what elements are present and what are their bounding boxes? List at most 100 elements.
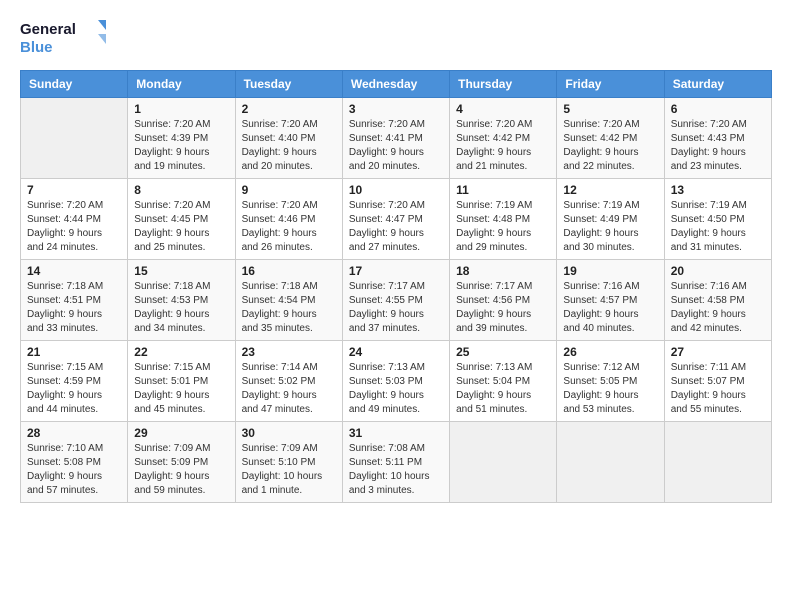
calendar-cell: 10 Sunrise: 7:20 AM Sunset: 4:47 PM Dayli…	[342, 179, 449, 260]
calendar-cell: 22Sunrise: 7:15 AM Sunset: 5:01 PM Dayli…	[128, 341, 235, 422]
day-number: 8	[134, 183, 228, 197]
day-number: 16	[242, 264, 336, 278]
calendar-cell	[664, 422, 771, 503]
day-info: Sunrise: 7:17 AM Sunset: 4:55 PM Dayligh…	[349, 280, 443, 336]
calendar-cell: 31 Sunrise: 7:08 AM Sunset: 5:11 PM Dayli…	[342, 422, 449, 503]
calendar-cell: 6 Sunrise: 7:20 AM Sunset: 4:43 PM Daylig…	[664, 98, 771, 179]
day-number: 14	[27, 264, 121, 278]
calendar-cell: 15Sunrise: 7:18 AM Sunset: 4:53 PM Dayli…	[128, 260, 235, 341]
calendar-cell: 2 Sunrise: 7:20 AM Sunset: 4:40 PM Daylig…	[235, 98, 342, 179]
logo: General Blue	[20, 16, 110, 60]
calendar-cell: 30 Sunrise: 7:09 AM Sunset: 5:10 PM Dayli…	[235, 422, 342, 503]
day-number: 21	[27, 345, 121, 359]
calendar-cell: 18Sunrise: 7:17 AM Sunset: 4:56 PM Dayli…	[450, 260, 557, 341]
calendar-week-row: 21 Sunrise: 7:15 AM Sunset: 4:59 PM Dayli…	[21, 341, 772, 422]
day-info: Sunrise: 7:16 AM Sunset: 4:57 PM Dayligh…	[563, 280, 657, 336]
calendar-cell: 8 Sunrise: 7:20 AM Sunset: 4:45 PM Daylig…	[128, 179, 235, 260]
day-info: Sunrise: 7:08 AM Sunset: 5:11 PM Dayligh…	[349, 442, 443, 498]
day-info: Sunrise: 7:09 AM Sunset: 5:10 PM Dayligh…	[242, 442, 336, 498]
day-info: Sunrise: 7:14 AM Sunset: 5:02 PM Dayligh…	[242, 361, 336, 417]
day-info: Sunrise: 7:19 AM Sunset: 4:48 PM Dayligh…	[456, 199, 550, 255]
calendar-cell: 19 Sunrise: 7:16 AM Sunset: 4:57 PM Dayli…	[557, 260, 664, 341]
weekday-header: Friday	[557, 71, 664, 98]
day-info: Sunrise: 7:18 AM Sunset: 4:54 PM Dayligh…	[242, 280, 336, 336]
calendar-cell: 9Sunrise: 7:20 AM Sunset: 4:46 PM Daylig…	[235, 179, 342, 260]
day-info: Sunrise: 7:13 AM Sunset: 5:04 PM Dayligh…	[456, 361, 550, 417]
day-info: Sunrise: 7:20 AM Sunset: 4:39 PM Dayligh…	[134, 118, 228, 174]
calendar-cell: 7 Sunrise: 7:20 AM Sunset: 4:44 PM Daylig…	[21, 179, 128, 260]
day-info: Sunrise: 7:20 AM Sunset: 4:47 PM Dayligh…	[349, 199, 443, 255]
day-number: 13	[671, 183, 765, 197]
day-info: Sunrise: 7:20 AM Sunset: 4:41 PM Dayligh…	[349, 118, 443, 174]
day-number: 6	[671, 102, 765, 116]
calendar-cell: 28Sunrise: 7:10 AM Sunset: 5:08 PM Dayli…	[21, 422, 128, 503]
day-info: Sunrise: 7:20 AM Sunset: 4:43 PM Dayligh…	[671, 118, 765, 174]
calendar-cell: 29 Sunrise: 7:09 AM Sunset: 5:09 PM Dayli…	[128, 422, 235, 503]
calendar-week-row: 7 Sunrise: 7:20 AM Sunset: 4:44 PM Daylig…	[21, 179, 772, 260]
weekday-header: Saturday	[664, 71, 771, 98]
calendar-table: SundayMondayTuesdayWednesdayThursdayFrid…	[20, 70, 772, 503]
day-number: 31	[349, 426, 443, 440]
day-number: 1	[134, 102, 228, 116]
day-info: Sunrise: 7:20 AM Sunset: 4:40 PM Dayligh…	[242, 118, 336, 174]
day-number: 22	[134, 345, 228, 359]
weekday-header: Monday	[128, 71, 235, 98]
day-number: 9	[242, 183, 336, 197]
calendar-week-row: 28Sunrise: 7:10 AM Sunset: 5:08 PM Dayli…	[21, 422, 772, 503]
day-info: Sunrise: 7:19 AM Sunset: 4:50 PM Dayligh…	[671, 199, 765, 255]
day-number: 23	[242, 345, 336, 359]
day-info: Sunrise: 7:19 AM Sunset: 4:49 PM Dayligh…	[563, 199, 657, 255]
weekday-header: Wednesday	[342, 71, 449, 98]
day-number: 19	[563, 264, 657, 278]
day-info: Sunrise: 7:11 AM Sunset: 5:07 PM Dayligh…	[671, 361, 765, 417]
day-number: 29	[134, 426, 228, 440]
calendar-cell: 11 Sunrise: 7:19 AM Sunset: 4:48 PM Dayli…	[450, 179, 557, 260]
day-info: Sunrise: 7:09 AM Sunset: 5:09 PM Dayligh…	[134, 442, 228, 498]
calendar-cell: 23 Sunrise: 7:14 AM Sunset: 5:02 PM Dayli…	[235, 341, 342, 422]
day-number: 3	[349, 102, 443, 116]
day-number: 20	[671, 264, 765, 278]
day-number: 30	[242, 426, 336, 440]
day-number: 10	[349, 183, 443, 197]
day-number: 4	[456, 102, 550, 116]
day-info: Sunrise: 7:20 AM Sunset: 4:42 PM Dayligh…	[456, 118, 550, 174]
calendar-cell: 1 Sunrise: 7:20 AM Sunset: 4:39 PM Daylig…	[128, 98, 235, 179]
day-number: 18	[456, 264, 550, 278]
day-number: 12	[563, 183, 657, 197]
day-number: 11	[456, 183, 550, 197]
calendar-cell: 4 Sunrise: 7:20 AM Sunset: 4:42 PM Daylig…	[450, 98, 557, 179]
day-number: 7	[27, 183, 121, 197]
day-info: Sunrise: 7:10 AM Sunset: 5:08 PM Dayligh…	[27, 442, 121, 498]
header: General Blue	[20, 16, 772, 60]
calendar-cell: 21 Sunrise: 7:15 AM Sunset: 4:59 PM Dayli…	[21, 341, 128, 422]
day-info: Sunrise: 7:20 AM Sunset: 4:45 PM Dayligh…	[134, 199, 228, 255]
day-number: 25	[456, 345, 550, 359]
calendar-cell: 20 Sunrise: 7:16 AM Sunset: 4:58 PM Dayli…	[664, 260, 771, 341]
weekday-header: Thursday	[450, 71, 557, 98]
calendar-cell: 5Sunrise: 7:20 AM Sunset: 4:42 PM Daylig…	[557, 98, 664, 179]
day-number: 2	[242, 102, 336, 116]
day-info: Sunrise: 7:13 AM Sunset: 5:03 PM Dayligh…	[349, 361, 443, 417]
calendar-week-row: 1 Sunrise: 7:20 AM Sunset: 4:39 PM Daylig…	[21, 98, 772, 179]
day-number: 26	[563, 345, 657, 359]
calendar-cell: 16 Sunrise: 7:18 AM Sunset: 4:54 PM Dayli…	[235, 260, 342, 341]
logo-svg: General Blue	[20, 16, 110, 60]
day-number: 17	[349, 264, 443, 278]
calendar-cell	[557, 422, 664, 503]
weekday-header: Sunday	[21, 71, 128, 98]
day-number: 15	[134, 264, 228, 278]
calendar-cell: 24Sunrise: 7:13 AM Sunset: 5:03 PM Dayli…	[342, 341, 449, 422]
day-info: Sunrise: 7:16 AM Sunset: 4:58 PM Dayligh…	[671, 280, 765, 336]
calendar-cell: 25 Sunrise: 7:13 AM Sunset: 5:04 PM Dayli…	[450, 341, 557, 422]
day-number: 5	[563, 102, 657, 116]
calendar-header: SundayMondayTuesdayWednesdayThursdayFrid…	[21, 71, 772, 98]
day-info: Sunrise: 7:15 AM Sunset: 4:59 PM Dayligh…	[27, 361, 121, 417]
calendar-cell	[450, 422, 557, 503]
day-info: Sunrise: 7:18 AM Sunset: 4:51 PM Dayligh…	[27, 280, 121, 336]
day-info: Sunrise: 7:20 AM Sunset: 4:44 PM Dayligh…	[27, 199, 121, 255]
calendar-cell: 27 Sunrise: 7:11 AM Sunset: 5:07 PM Dayli…	[664, 341, 771, 422]
calendar-cell: 13 Sunrise: 7:19 AM Sunset: 4:50 PM Dayli…	[664, 179, 771, 260]
calendar-cell: 12 Sunrise: 7:19 AM Sunset: 4:49 PM Dayli…	[557, 179, 664, 260]
day-number: 27	[671, 345, 765, 359]
day-info: Sunrise: 7:12 AM Sunset: 5:05 PM Dayligh…	[563, 361, 657, 417]
